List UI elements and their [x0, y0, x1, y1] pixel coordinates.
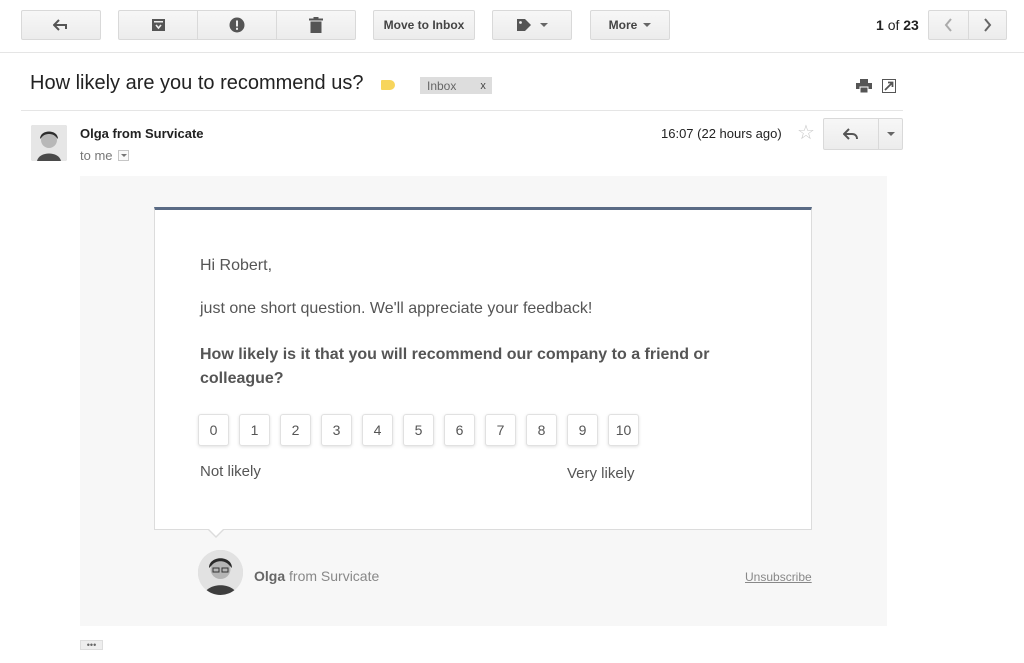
show-trimmed-content-button[interactable]: •••	[80, 640, 103, 650]
label-important-icon[interactable]	[381, 80, 395, 90]
recipient-line: to me	[80, 148, 129, 163]
survey-question: How likely is it that you will recommend…	[200, 346, 710, 387]
toolbar-divider	[0, 52, 1024, 53]
nps-scale: 0 1 2 3 4 5 6 7 8 9 10	[198, 414, 639, 446]
remove-label-button[interactable]: x	[480, 80, 486, 92]
print-icon[interactable]	[856, 79, 872, 93]
older-button[interactable]	[969, 11, 1007, 39]
score-button-2[interactable]: 2	[280, 414, 311, 446]
move-to-inbox-label: Move to Inbox	[383, 18, 465, 32]
score-button-6[interactable]: 6	[444, 414, 475, 446]
sender-name[interactable]: Olga from Survicate	[80, 126, 204, 141]
reply-button-group	[823, 118, 903, 150]
recipient-text: to me	[80, 148, 113, 163]
score-button-4[interactable]: 4	[362, 414, 393, 446]
chevron-down-icon	[886, 132, 895, 136]
reply-button[interactable]	[824, 119, 879, 149]
chevron-down-icon	[643, 23, 652, 27]
newer-button[interactable]	[929, 11, 969, 39]
tag-icon	[517, 19, 531, 31]
archive-button[interactable]	[119, 11, 198, 39]
reply-icon	[843, 128, 858, 140]
score-button-8[interactable]: 8	[526, 414, 557, 446]
card-pointer-fill	[208, 528, 224, 536]
signature-name: Olga	[254, 568, 286, 584]
signature-avatar	[198, 550, 243, 595]
back-button[interactable]	[21, 10, 101, 40]
more-label: More	[608, 18, 638, 32]
subject-divider	[21, 110, 903, 111]
score-button-0[interactable]: 0	[198, 414, 229, 446]
scale-low-label: Not likely	[200, 463, 261, 480]
score-button-7[interactable]: 7	[485, 414, 516, 446]
show-details-dropdown[interactable]	[117, 150, 129, 161]
labels-button[interactable]	[492, 10, 572, 40]
more-reply-options-button[interactable]	[879, 119, 902, 149]
open-new-window-icon[interactable]	[882, 79, 896, 93]
inbox-label-text: Inbox	[427, 78, 457, 93]
survey-greeting: Hi Robert,	[200, 257, 273, 274]
signature-company: from Survicate	[285, 568, 380, 584]
arrow-back-icon	[53, 19, 67, 31]
score-button-10[interactable]: 10	[608, 414, 639, 446]
pager-of: of	[887, 17, 900, 33]
score-button-9[interactable]: 9	[567, 414, 598, 446]
pager-buttons	[928, 10, 1007, 40]
move-to-inbox-button[interactable]: Move to Inbox	[373, 10, 475, 40]
chevron-right-icon	[983, 18, 992, 32]
star-icon[interactable]: ☆	[797, 120, 815, 145]
inbox-label-chip: Inbox x	[420, 77, 492, 94]
action-button-group	[118, 10, 356, 40]
chevron-left-icon	[944, 18, 952, 32]
survey-intro: just one short question. We'll appreciat…	[200, 300, 593, 317]
score-button-3[interactable]: 3	[321, 414, 352, 446]
archive-icon	[151, 19, 165, 31]
trash-icon	[309, 17, 323, 33]
unsubscribe-link[interactable]: Unsubscribe	[745, 570, 812, 584]
email-subject: How likely are you to recommend us?	[30, 72, 364, 94]
sender-avatar	[31, 125, 67, 161]
scale-high-label: Very likely	[567, 465, 635, 482]
pager-count: 1 of 23	[876, 17, 919, 33]
score-button-1[interactable]: 1	[239, 414, 270, 446]
chevron-down-icon	[540, 23, 548, 27]
score-button-5[interactable]: 5	[403, 414, 434, 446]
message-time: 16:07 (22 hours ago)	[661, 126, 782, 141]
pager-current: 1	[876, 17, 884, 33]
report-spam-button[interactable]	[198, 11, 277, 39]
more-button[interactable]: More	[590, 10, 670, 40]
signature: Olga from Survicate	[254, 568, 379, 584]
delete-button[interactable]	[277, 11, 355, 39]
pager-total: 23	[903, 17, 919, 33]
report-spam-icon	[229, 17, 245, 33]
